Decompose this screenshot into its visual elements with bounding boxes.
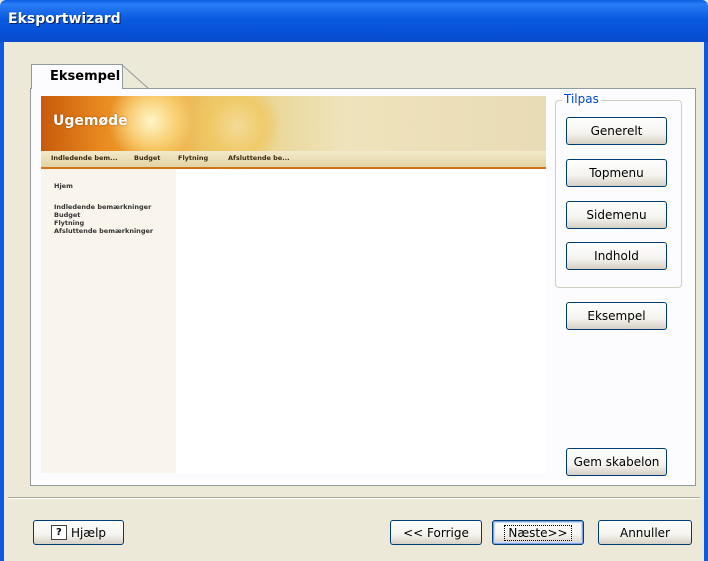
next-button[interactable]: Næste>> [492,520,584,545]
help-button-label: Hjælp [70,525,107,540]
back-button[interactable]: << Forrige [390,520,482,545]
window-title: Eksportwizard [8,11,121,27]
help-icon: ? [50,525,67,540]
customize-group-label: Tilpas [562,92,601,106]
template-preview: Ugemøde Indledende bem... Budget Flytnin… [41,96,546,473]
preview-banner: Ugemøde [41,96,546,171]
preview-side-item: Indledende bemærkninger [54,203,152,211]
footer-separator [8,497,700,499]
save-template-button[interactable]: Gem skabelon [566,448,667,476]
tab-eksempel[interactable]: Eksempel [31,64,123,89]
window-frame-left [0,42,4,561]
cancel-button[interactable]: Annuller [598,520,692,545]
preview-side-item: Flytning [54,219,85,227]
preview-nav-item: Budget [134,154,161,162]
preview-nav-item: Indledende bem... [51,154,118,162]
tab-label: Eksempel [50,69,121,84]
title-bar[interactable]: Eksportwizard [0,0,708,42]
general-button[interactable]: Generelt [566,117,667,145]
content-button[interactable]: Indhold [566,242,667,270]
preview-side-item: Budget [54,211,81,219]
preview-button[interactable]: Eksempel [566,302,667,330]
preview-side-item: Afsluttende bemærkninger [54,227,154,235]
preview-banner-title: Ugemøde [53,113,128,129]
tab-edge [121,64,150,90]
top-menu-button[interactable]: Topmenu [566,159,667,187]
preview-side-menu: Hjem Indledende bemærkninger Budget Flyt… [41,169,176,473]
preview-nav-item: Afsluttende be... [228,154,290,162]
preview-nav-item: Flytning [178,154,209,162]
preview-side-item: Hjem [54,182,73,190]
side-menu-button[interactable]: Sidemenu [566,201,667,229]
help-button[interactable]: ? Hjælp [33,520,124,545]
preview-top-menu: Indledende bem... Budget Flytning Afslut… [41,151,546,169]
window-frame-right [704,42,708,561]
next-button-label: Næste>> [504,524,572,541]
